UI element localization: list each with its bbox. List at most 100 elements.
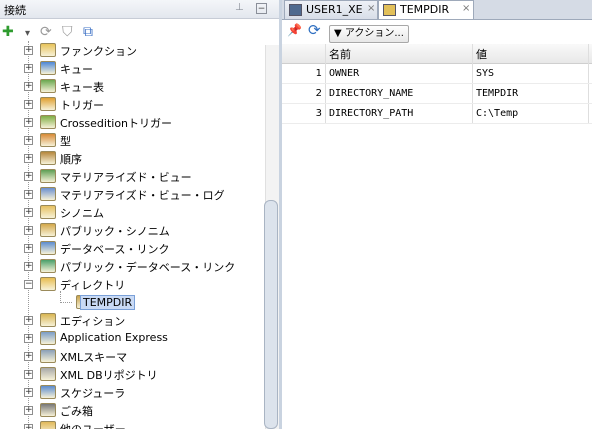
connections-panel: 接続 ⊥ − ✚ ▾ ⟳ ⛉ ⧉ + ファンクション + キュー + キュー表 + トリガー + Cros… bbox=[0, 0, 279, 429]
tree-node-label[interactable]: パブリック・データベース・リンク bbox=[60, 259, 235, 275]
tab-tempdir[interactable]: TEMPDIR × bbox=[378, 0, 474, 19]
close-tab-icon[interactable]: × bbox=[367, 3, 375, 14]
tree-node-label[interactable]: データベース・リンク bbox=[60, 241, 169, 257]
expand-toggle-icon[interactable]: + bbox=[24, 370, 33, 379]
expand-toggle-icon[interactable]: + bbox=[24, 136, 33, 145]
column-header-name[interactable]: 名前 bbox=[329, 46, 351, 62]
pin-icon[interactable]: ⊥ bbox=[235, 2, 244, 13]
tree-node[interactable]: + エディション bbox=[0, 311, 265, 329]
tree-node[interactable]: + 順序 bbox=[0, 149, 265, 167]
tree-node-label[interactable]: パブリック・シノニム bbox=[60, 223, 170, 239]
scrollbar-thumb[interactable] bbox=[264, 200, 278, 429]
tree-node-label[interactable]: 型 bbox=[60, 133, 71, 149]
expand-toggle-icon[interactable]: + bbox=[24, 82, 33, 91]
cell-value[interactable]: TEMPDIR bbox=[476, 88, 518, 99]
tree-node-label[interactable]: Application Express bbox=[60, 331, 168, 344]
expand-toggle-icon[interactable]: + bbox=[24, 46, 33, 55]
tree-node[interactable]: + XMLスキーマ bbox=[0, 347, 265, 365]
expand-toggle-icon[interactable]: + bbox=[24, 172, 33, 181]
expand-toggle-icon[interactable]: + bbox=[24, 316, 33, 325]
expand-toggle-icon[interactable]: + bbox=[24, 208, 33, 217]
tree-node-label[interactable]: マテリアライズド・ビュー・ログ bbox=[60, 187, 225, 203]
xml-db-repository-icon bbox=[40, 367, 56, 381]
close-tab-icon[interactable]: × bbox=[462, 3, 470, 14]
tree-node[interactable]: − ディレクトリ bbox=[0, 275, 265, 293]
expand-toggle-icon[interactable]: + bbox=[24, 406, 33, 415]
tree-node[interactable]: + パブリック・データベース・リンク bbox=[0, 257, 265, 275]
tree-node[interactable]: + ファンクション bbox=[0, 41, 265, 59]
expand-toggle-icon[interactable]: + bbox=[24, 334, 33, 343]
tree-node-label[interactable]: キュー bbox=[60, 61, 93, 77]
trigger-icon bbox=[40, 97, 56, 111]
minimize-button[interactable]: − bbox=[256, 3, 267, 14]
tab-label: TEMPDIR bbox=[400, 3, 450, 16]
tree-node[interactable]: + シノニム bbox=[0, 203, 265, 221]
tree-node-label[interactable]: エディション bbox=[60, 313, 125, 329]
column-header-value[interactable]: 値 bbox=[476, 46, 487, 62]
expand-toggle-icon[interactable]: + bbox=[24, 64, 33, 73]
tree-node[interactable]: + キュー bbox=[0, 59, 265, 77]
pin-icon[interactable]: 📌 bbox=[287, 23, 302, 37]
table-row[interactable]: 1 OWNER SYS bbox=[282, 64, 592, 84]
tree-node[interactable]: + キュー表 bbox=[0, 77, 265, 95]
tree-node-label[interactable]: 他のユーザー bbox=[60, 421, 126, 429]
tree-node-label[interactable]: XML DBリポジトリ bbox=[60, 367, 158, 383]
tree-node[interactable]: + Application Express bbox=[0, 329, 265, 347]
tree-node-label[interactable]: マテリアライズド・ビュー bbox=[60, 169, 192, 185]
tree-node[interactable]: + 型 bbox=[0, 131, 265, 149]
expand-toggle-icon[interactable]: + bbox=[24, 388, 33, 397]
materialized-view-log-icon bbox=[40, 187, 56, 201]
collapse-toggle-icon[interactable]: − bbox=[24, 280, 33, 289]
tree-node-label[interactable]: ごみ箱 bbox=[60, 403, 93, 419]
refresh-icon[interactable]: ⟳ bbox=[40, 23, 52, 41]
cell-value[interactable]: C:\Temp bbox=[476, 108, 518, 119]
actions-button[interactable]: ▼ アクション... bbox=[329, 25, 409, 43]
expand-toggle-icon[interactable]: + bbox=[24, 226, 33, 235]
tree-node[interactable]: TEMPDIR bbox=[0, 293, 265, 311]
tree-node[interactable]: + 他のユーザー bbox=[0, 419, 265, 429]
cell-name[interactable]: DIRECTORY_PATH bbox=[329, 108, 413, 119]
tree-node-label[interactable]: ファンクション bbox=[60, 43, 137, 59]
tree-node[interactable]: + トリガー bbox=[0, 95, 265, 113]
tree-node-label[interactable]: XMLスキーマ bbox=[60, 349, 127, 365]
cell-value[interactable]: SYS bbox=[476, 68, 494, 79]
tree-node-label[interactable]: スケジューラ bbox=[60, 385, 125, 401]
function-icon bbox=[40, 43, 56, 57]
expand-toggle-icon[interactable]: + bbox=[24, 100, 33, 109]
schema-browser-icon[interactable]: ⧉ bbox=[83, 23, 93, 41]
tree-node-label[interactable]: 順序 bbox=[60, 151, 82, 167]
cell-name[interactable]: DIRECTORY_NAME bbox=[329, 88, 413, 99]
expand-toggle-icon[interactable]: + bbox=[24, 190, 33, 199]
filter-icon[interactable]: ⛉ bbox=[62, 23, 73, 41]
tree-node-label[interactable]: TEMPDIR bbox=[80, 295, 136, 310]
expand-toggle-icon[interactable]: + bbox=[24, 244, 33, 253]
table-row[interactable]: 2 DIRECTORY_NAME TEMPDIR bbox=[282, 84, 592, 104]
tree-node[interactable]: + スケジューラ bbox=[0, 383, 265, 401]
tree-node[interactable]: + ごみ箱 bbox=[0, 401, 265, 419]
queue-icon bbox=[40, 61, 56, 75]
expand-toggle-icon[interactable]: + bbox=[24, 352, 33, 361]
tree-node-label[interactable]: Crosseditionトリガー bbox=[60, 115, 172, 131]
crossedition-trigger-icon bbox=[40, 115, 56, 129]
tree-node-label[interactable]: トリガー bbox=[60, 97, 104, 113]
expand-toggle-icon[interactable]: + bbox=[24, 262, 33, 271]
tree-node[interactable]: + マテリアライズド・ビュー bbox=[0, 167, 265, 185]
tree-node[interactable]: + データベース・リンク bbox=[0, 239, 265, 257]
xml-schema-icon bbox=[40, 349, 56, 363]
tree-node[interactable]: + XML DBリポジトリ bbox=[0, 365, 265, 383]
expand-toggle-icon[interactable]: + bbox=[24, 118, 33, 127]
tree-node-label[interactable]: キュー表 bbox=[60, 79, 104, 95]
expand-toggle-icon[interactable]: + bbox=[24, 424, 33, 429]
tree-node[interactable]: + マテリアライズド・ビュー・ログ bbox=[0, 185, 265, 203]
table-row[interactable]: 3 DIRECTORY_PATH C:\Temp bbox=[282, 104, 592, 124]
refresh-icon[interactable]: ⟳ bbox=[308, 21, 321, 39]
tree-node-label[interactable]: ディレクトリ bbox=[60, 277, 125, 293]
tree-node[interactable]: + Crosseditionトリガー bbox=[0, 113, 265, 131]
tree-node-label[interactable]: シノニム bbox=[60, 205, 104, 221]
expand-toggle-icon[interactable]: + bbox=[24, 154, 33, 163]
cell-name[interactable]: OWNER bbox=[329, 68, 359, 79]
object-toolbar: 📌 ⟳ ▼ アクション... bbox=[282, 21, 592, 43]
add-icon[interactable]: ✚ bbox=[2, 23, 14, 41]
tab-user1_xe[interactable]: USER1_XE × bbox=[284, 0, 378, 19]
tree-node[interactable]: + パブリック・シノニム bbox=[0, 221, 265, 239]
